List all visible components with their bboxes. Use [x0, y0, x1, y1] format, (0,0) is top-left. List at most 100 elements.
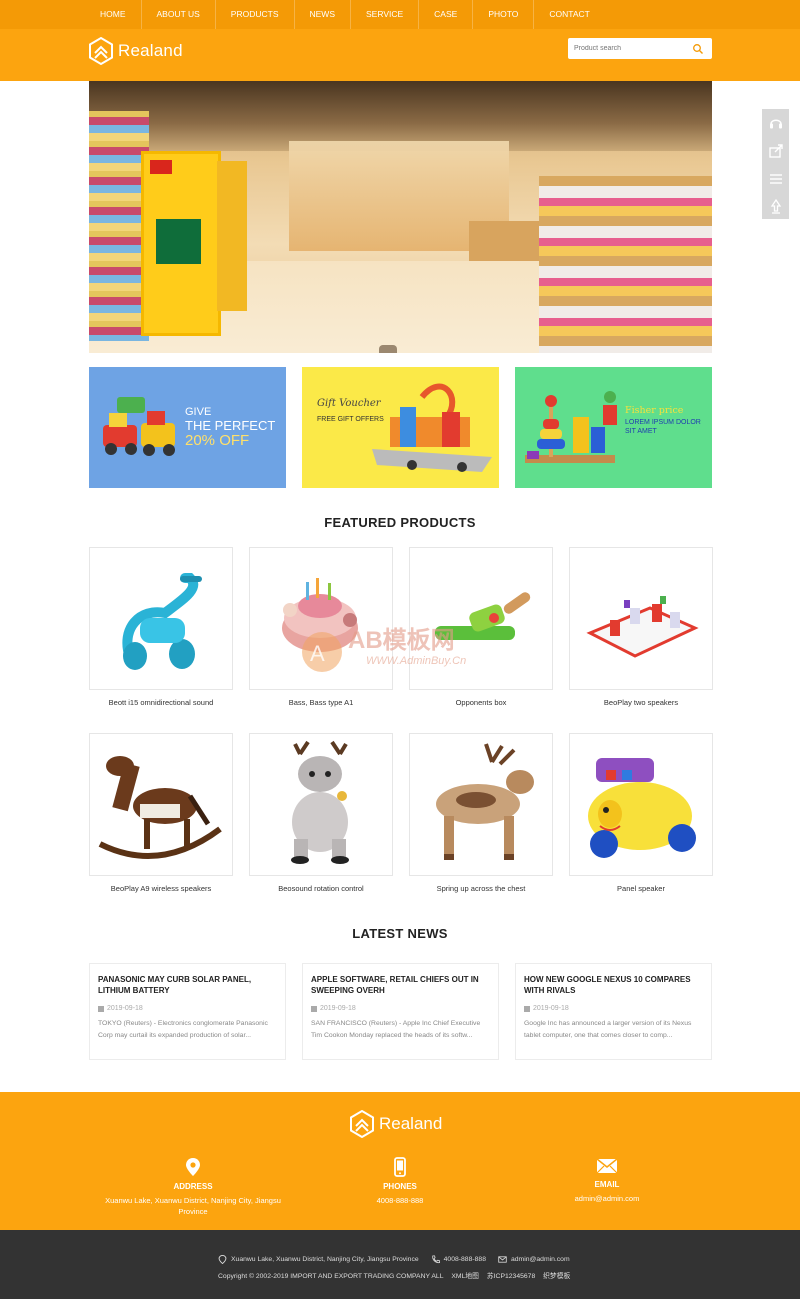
news-title[interactable]: HOW NEW GOOGLE NEXUS 10 COMPARES WITH RI…	[524, 974, 703, 996]
product-name[interactable]: Beott i15 omnidirectional sound	[89, 698, 233, 707]
rocking-horse-image	[98, 756, 222, 859]
calendar-icon	[524, 1005, 530, 1012]
xml-sitemap-link[interactable]: XML地图	[451, 1273, 479, 1280]
search-icon[interactable]	[692, 43, 704, 55]
ride-on-car-image	[588, 758, 696, 858]
wooden-reindeer-image	[436, 743, 534, 860]
envelope-icon	[498, 1256, 507, 1263]
banner-counter	[469, 221, 539, 261]
product-image[interactable]	[409, 733, 553, 876]
product-name[interactable]: Bass, Bass type A1	[249, 698, 393, 707]
nav-products[interactable]: PRODUCTS	[216, 0, 295, 29]
bottom-address: Xuanwu Lake, Xuanwu District, Nanjing Ci…	[231, 1256, 419, 1263]
banner-left-shelf	[89, 111, 149, 341]
product-name[interactable]: Spring up across the chest	[409, 884, 553, 893]
cms-link[interactable]: 织梦模板	[543, 1273, 570, 1280]
logo-icon	[350, 1110, 374, 1138]
product-card[interactable]: Beosound rotation control	[249, 733, 393, 893]
hero-banner[interactable]	[89, 81, 712, 353]
footer-logo-text: Realand	[379, 1114, 443, 1133]
news-date-text: 2019-09-18	[533, 1005, 569, 1012]
promo-gift-voucher[interactable]: Gift Voucher FREE GIFT OFFERS	[302, 367, 499, 488]
news-summary: SAN FRANCISCO (Reuters) - Apple Inc Chie…	[311, 1020, 481, 1039]
product-card[interactable]: Spring up across the chest	[409, 733, 553, 893]
banner-booth-side	[217, 161, 247, 311]
site-logo[interactable]: Realand	[89, 37, 183, 65]
product-image[interactable]	[569, 547, 713, 690]
news-card[interactable]: HOW NEW GOOGLE NEXUS 10 COMPARES WITH RI…	[515, 963, 712, 1060]
footer-phone-value[interactable]: 4008-888-888	[300, 1195, 500, 1206]
side-share-button[interactable]	[762, 137, 789, 164]
calendar-icon	[311, 1005, 317, 1012]
bottom-bar: Xuanwu Lake, Xuanwu District, Nanjing Ci…	[0, 1230, 800, 1299]
svg-text:A: A	[310, 641, 325, 666]
plush-reindeer-image	[291, 740, 349, 864]
logo-text: Realand	[118, 41, 183, 60]
site-header: Realand	[0, 29, 800, 81]
news-summary: TOKYO (Reuters) - Electronics conglomera…	[98, 1020, 268, 1039]
nav-contact[interactable]: CONTACT	[534, 0, 604, 29]
product-card[interactable]: Panel speaker	[569, 733, 713, 893]
promo-give: GIVE	[185, 406, 212, 418]
news-card[interactable]: APPLE SOFTWARE, RETAIL CHIEFS OUT IN SWE…	[302, 963, 499, 1060]
product-name[interactable]: BeoPlay A9 wireless speakers	[89, 884, 233, 893]
product-name[interactable]: Opponents box	[409, 698, 553, 707]
side-service-button[interactable]	[762, 109, 789, 136]
toy-activity-table-image	[586, 596, 699, 658]
promo-fisher-sub: LOREM IPSUM DOLOR SIT AMET	[625, 419, 701, 435]
logo-icon	[89, 37, 113, 65]
nav-about[interactable]: ABOUT US	[142, 0, 216, 29]
product-card[interactable]: BeoPlay two speakers	[569, 547, 713, 707]
product-card[interactable]: Beott i15 omnidirectional sound	[89, 547, 233, 707]
product-image[interactable]	[249, 733, 393, 876]
footer-logo[interactable]: Realand	[350, 1110, 442, 1138]
product-name[interactable]: Panel speaker	[569, 884, 713, 893]
banner-right-shelf	[539, 176, 712, 353]
product-image[interactable]	[89, 733, 233, 876]
copyright-text: Copyright © 2002-2019 IMPORT AND EXPORT …	[218, 1273, 444, 1280]
booth-screen	[156, 219, 201, 264]
side-top-button[interactable]	[762, 192, 789, 219]
bottom-contact-row: Xuanwu Lake, Xuanwu District, Nanjing Ci…	[218, 1255, 570, 1264]
side-qrcode-button[interactable]	[762, 165, 789, 192]
search-box	[568, 38, 712, 59]
news-summary: Google Inc has announced a larger versio…	[524, 1020, 692, 1039]
watermark-text: AB模板网	[348, 627, 455, 654]
slider-indicator[interactable]	[379, 345, 397, 353]
icp-link[interactable]: 苏ICP12345678	[487, 1273, 535, 1280]
nav-photo[interactable]: PHOTO	[473, 0, 535, 29]
bottom-email[interactable]: admin@admin.com	[511, 1256, 570, 1263]
ride-on-scooter-image	[122, 573, 202, 670]
nav-case[interactable]: CASE	[419, 0, 474, 29]
news-title[interactable]: PANASONIC MAY CURB SOLAR PANEL, LITHIUM …	[98, 974, 277, 996]
bottom-phone: 4008-888-888	[443, 1256, 486, 1263]
product-name[interactable]: Beosound rotation control	[249, 884, 393, 893]
nav-home[interactable]: HOME	[88, 0, 142, 29]
side-toolbar	[762, 109, 789, 219]
product-card[interactable]: BeoPlay A9 wireless speakers	[89, 733, 233, 893]
product-image[interactable]	[89, 547, 233, 690]
top-navigation: HOME ABOUT US PRODUCTS NEWS SERVICE CASE…	[0, 0, 800, 29]
watermark-logo: A AB模板网 WWW.AdminBuy.Cn	[302, 627, 466, 672]
footer-address-label: ADDRESS	[173, 1182, 213, 1191]
footer-email-value[interactable]: admin@admin.com	[507, 1193, 707, 1204]
footer-address: ADDRESS Xuanwu Lake, Xuanwu District, Na…	[93, 1157, 293, 1217]
nav-news[interactable]: NEWS	[295, 0, 351, 29]
news-card[interactable]: PANASONIC MAY CURB SOLAR PANEL, LITHIUM …	[89, 963, 286, 1060]
nav-service[interactable]: SERVICE	[351, 0, 420, 29]
product-image[interactable]	[569, 733, 713, 876]
promo-discount[interactable]: GIVE THE PERFECT 20% OFF	[89, 367, 286, 488]
latest-news-title: LATEST NEWS	[352, 926, 448, 941]
share-icon	[768, 143, 783, 158]
search-input[interactable]	[574, 38, 689, 59]
location-pin-icon	[186, 1158, 200, 1176]
product-name[interactable]: BeoPlay two speakers	[569, 698, 713, 707]
race-track-image	[372, 383, 492, 472]
headset-icon	[769, 119, 782, 128]
news-title[interactable]: APPLE SOFTWARE, RETAIL CHIEFS OUT IN SWE…	[311, 974, 490, 996]
footer-address-value: Xuanwu Lake, Xuanwu District, Nanjing Ci…	[105, 1196, 281, 1216]
news-date: 2019-09-18	[98, 1005, 277, 1012]
promo-fisher-price[interactable]: Fisher price LOREM IPSUM DOLOR SIT AMET	[515, 367, 712, 488]
phone-icon	[431, 1255, 440, 1264]
location-pin-icon	[218, 1255, 227, 1264]
